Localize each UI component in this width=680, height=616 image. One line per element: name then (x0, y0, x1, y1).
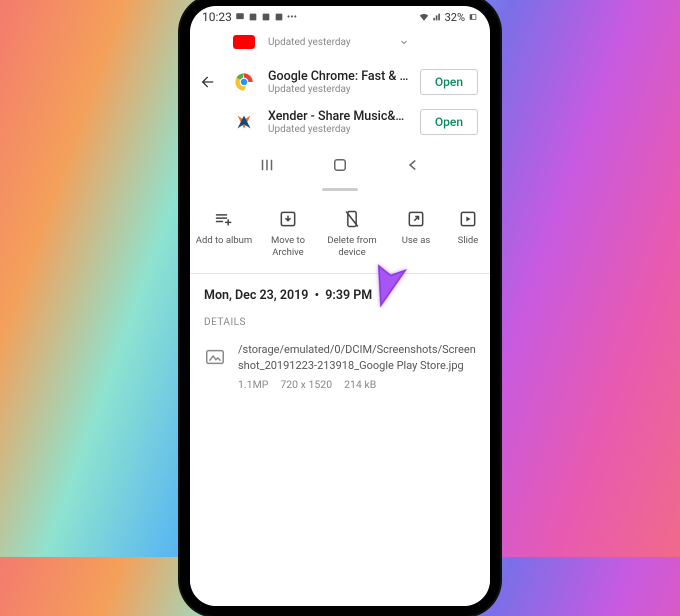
battery-percent: 32% (445, 11, 465, 24)
app-row[interactable]: Updated yesterday Open (190, 28, 490, 62)
open-button[interactable]: Open (420, 109, 478, 135)
more-icon: ••• (287, 12, 297, 23)
signal-icon (432, 12, 442, 22)
app-icon (274, 12, 284, 22)
back-nav-button[interactable] (404, 156, 422, 178)
app-icon-xender (230, 108, 258, 136)
recents-button[interactable] (258, 156, 276, 178)
archive-icon (278, 209, 298, 229)
slideshow-icon (458, 209, 478, 229)
open-external-icon (406, 209, 426, 229)
status-bar: 10:23 ••• 32% (190, 6, 490, 28)
file-path: /storage/emulated/0/DCIM/Screenshots/Scr… (238, 342, 476, 374)
divider (190, 273, 490, 274)
app-icon (248, 12, 258, 22)
image-icon (204, 346, 226, 368)
delete-device-icon (342, 209, 362, 229)
app-icon-youtube (230, 28, 258, 56)
home-button[interactable] (331, 156, 349, 178)
status-time: 10:23 (202, 10, 232, 24)
move-to-archive-button[interactable]: Move to Archive (256, 209, 320, 259)
message-icon (235, 12, 245, 22)
back-button[interactable] (196, 70, 220, 94)
playlist-add-icon (214, 209, 234, 229)
slideshow-button[interactable]: Slide (448, 209, 488, 259)
file-details: /storage/emulated/0/DCIM/Screenshots/Scr… (190, 342, 490, 391)
chevron-down-icon[interactable] (386, 36, 422, 48)
app-icon-chrome (230, 68, 258, 96)
app-title: Xender - Share Music&Video, Trans (268, 109, 410, 124)
date-time: Mon, Dec 23, 2019 • 9:39 PM (190, 288, 490, 317)
app-row[interactable]: Xender - Share Music&Video, Trans Update… (190, 102, 490, 142)
drag-handle[interactable] (322, 188, 358, 191)
app-subtitle: Updated yesterday (268, 37, 376, 48)
battery-icon (468, 12, 478, 22)
app-row[interactable]: Google Chrome: Fast & Secure Updated yes… (190, 62, 490, 102)
app-icon (261, 12, 271, 22)
add-to-album-button[interactable]: Add to album (192, 209, 256, 259)
app-subtitle: Updated yesterday (268, 84, 410, 95)
details-heading: DETAILS (190, 317, 490, 342)
photo-details-panel: Add to album Move to Archive Delete from… (190, 197, 490, 606)
delete-from-device-button[interactable]: Delete from device (320, 209, 384, 259)
action-row: Add to album Move to Archive Delete from… (190, 197, 490, 273)
file-meta: 1.1MP720 x 1520214 kB (238, 378, 476, 391)
app-subtitle: Updated yesterday (268, 124, 410, 135)
wifi-icon (419, 12, 429, 22)
android-nav (190, 142, 490, 188)
app-title: Google Chrome: Fast & Secure (268, 69, 410, 84)
open-button[interactable]: Open (420, 69, 478, 95)
